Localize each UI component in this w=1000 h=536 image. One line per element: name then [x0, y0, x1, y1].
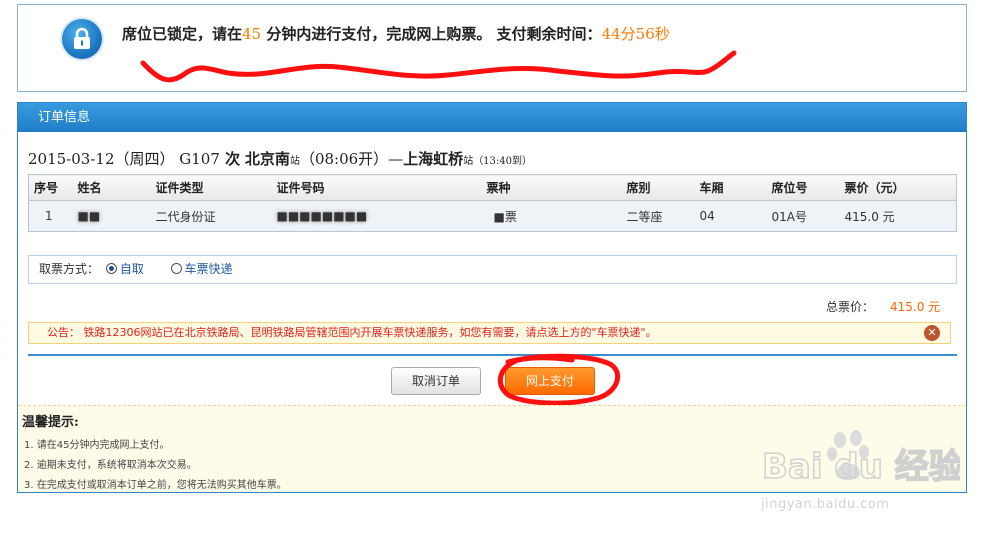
cell-id-number: ■■■■■■■■: [271, 200, 482, 232]
notice-text: 公告： 铁路12306网站已在北京铁路局、昆明铁路局管辖范围内开展车票快递服务，…: [47, 326, 657, 339]
departure-suffix: 站: [289, 156, 300, 167]
cell-ticket-type: ■票: [481, 200, 622, 232]
cell-seat-class: 二等座: [621, 200, 695, 232]
passenger-table: 序号 姓名 证件类型 证件号码 票种 席别 车厢 席位号 票价（元） 1 ■■ …: [28, 174, 957, 232]
lock-message-text-2: 分钟内进行支付，完成网上购票。 支付剩余时间：: [261, 25, 602, 43]
cell-name: ■■: [72, 200, 151, 232]
trip-summary: 2015-03-12（周四） G107 次 北京南站（08:06开）—上海虹桥站…: [28, 148, 532, 169]
tip-item: 1. 请在45分钟内完成网上支付。: [24, 440, 170, 451]
col-header: 证件号码: [271, 174, 482, 201]
notice-bar: 公告： 铁路12306网站已在北京铁路局、昆明铁路局管辖范围内开展车票快递服务，…: [28, 322, 951, 344]
tip-item: 2. 逾期未支付，系统将取消本次交易。: [24, 460, 197, 471]
table-row: 1 ■■ 二代身份证 ■■■■■■■■ ■票 二等座 04 01A号 415.0…: [28, 200, 957, 232]
arrival-station: 上海虹桥: [403, 150, 464, 168]
col-header: 票价（元）: [839, 174, 957, 201]
col-header: 车厢: [694, 174, 767, 201]
remaining-time: 44分56秒: [601, 25, 670, 43]
cancel-order-button[interactable]: 取消订单: [391, 367, 481, 395]
fetch-label: 取票方式：: [39, 262, 100, 276]
departure-time: （08:06开）—: [299, 150, 404, 168]
option-express-label[interactable]: 车票快递: [185, 262, 233, 276]
tip-item: 3. 在完成支付或取消本订单之前，您将无法购买其他车票。: [24, 480, 287, 491]
lock-message: 席位已锁定，请在45 分钟内进行支付，完成网上购票。 支付剩余时间：44分56秒: [122, 23, 670, 44]
watermark-logo-text: Bai du 经验: [762, 447, 960, 487]
radio-express[interactable]: [170, 263, 182, 274]
lock-message-text: 席位已锁定，请在: [122, 25, 243, 43]
baidu-jingyan-watermark: Bai du 经验: [761, 430, 960, 488]
lock-icon: [62, 19, 102, 59]
col-header: 序号: [28, 174, 73, 201]
watermark-url: jingyan.baidu.com: [761, 497, 890, 512]
trip-date: 2015-03-12（周四）: [28, 150, 175, 168]
total-value: 415.0 元: [890, 300, 941, 314]
ticket-fetch-method: 取票方式： 自取 车票快递: [28, 255, 957, 284]
panel-title: 订单信息: [18, 103, 966, 132]
cell-index: 1: [28, 200, 73, 232]
cell-coach: 04: [694, 200, 767, 232]
col-header: 席位号: [766, 174, 840, 201]
arrival-time: （13:40到）: [473, 156, 533, 167]
radio-self-pickup[interactable]: [105, 263, 117, 274]
departure-station: 北京南: [244, 150, 290, 168]
table-header-row: 序号 姓名 证件类型 证件号码 票种 席别 车厢 席位号 票价（元）: [28, 174, 957, 201]
red-circle-highlight: [498, 353, 621, 406]
col-header: 证件类型: [150, 174, 272, 201]
col-header: 席别: [621, 174, 695, 201]
cell-id-type: 二代身份证: [150, 200, 272, 232]
red-underline-scribble: [140, 50, 737, 83]
train-number: G107: [179, 150, 220, 168]
arrival-suffix: 站: [463, 156, 474, 167]
tips-title: 温馨提示:: [22, 415, 79, 430]
option-self-pickup-label[interactable]: 自取: [120, 262, 144, 276]
col-header: 姓名: [72, 174, 151, 201]
pay-minutes: 45: [242, 25, 262, 43]
total-price: 总票价： 415.0 元: [826, 298, 940, 315]
seat-locked-banner: 席位已锁定，请在45 分钟内进行支付，完成网上购票。 支付剩余时间：44分56秒: [17, 4, 967, 92]
train-suffix: 次: [219, 150, 241, 168]
cell-price: 415.0 元: [839, 200, 957, 232]
cell-seat-number: 01A号: [766, 200, 840, 232]
close-icon[interactable]: ✕: [924, 325, 940, 341]
total-label: 总票价：: [826, 300, 875, 314]
col-header: 票种: [481, 174, 622, 201]
